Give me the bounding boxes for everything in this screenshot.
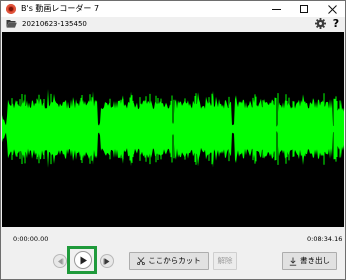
folder-open-icon[interactable]: [6, 19, 17, 28]
file-name: 20210623-135450: [22, 20, 87, 28]
help-icon[interactable]: ?: [331, 17, 341, 30]
audio-waveform: [2, 89, 344, 168]
play-button[interactable]: [74, 251, 92, 269]
minimize-icon: [271, 8, 281, 10]
release-button-label: 解除: [217, 256, 233, 265]
window-title: B's 動画レコーダー 7: [21, 4, 100, 13]
download-icon: [289, 257, 297, 266]
maximize-button[interactable]: [291, 1, 317, 17]
cut-button-label: ここからカット: [148, 256, 201, 265]
title-bar: B's 動画レコーダー 7: [1, 1, 345, 17]
app-window: B's 動画レコーダー 7 20210623-135450 ? 0:00:00.…: [0, 0, 346, 280]
end-time: 0:08:34.16: [307, 235, 343, 243]
start-time: 0:00:00.00: [13, 235, 49, 243]
release-button[interactable]: 解除: [213, 252, 237, 270]
waveform-view[interactable]: [2, 32, 344, 227]
maximize-icon: [300, 5, 308, 13]
scissors-icon: [137, 257, 146, 265]
export-button[interactable]: 書き出し: [282, 252, 337, 270]
prev-marker-icon: [58, 258, 64, 264]
cut-from-here-button[interactable]: ここからカット: [129, 252, 209, 270]
next-marker-icon: [103, 258, 110, 264]
gear-icon[interactable]: [315, 18, 326, 29]
close-icon: [327, 4, 337, 14]
minimize-button[interactable]: [263, 1, 289, 17]
close-button[interactable]: [319, 1, 345, 17]
toolbar: 20210623-135450 ?: [1, 17, 345, 31]
play-icon: [80, 256, 87, 264]
app-record-icon: [6, 4, 16, 14]
prev-marker-button[interactable]: [53, 254, 67, 268]
export-button-label: 書き出し: [300, 256, 330, 265]
next-marker-button[interactable]: [100, 254, 114, 268]
